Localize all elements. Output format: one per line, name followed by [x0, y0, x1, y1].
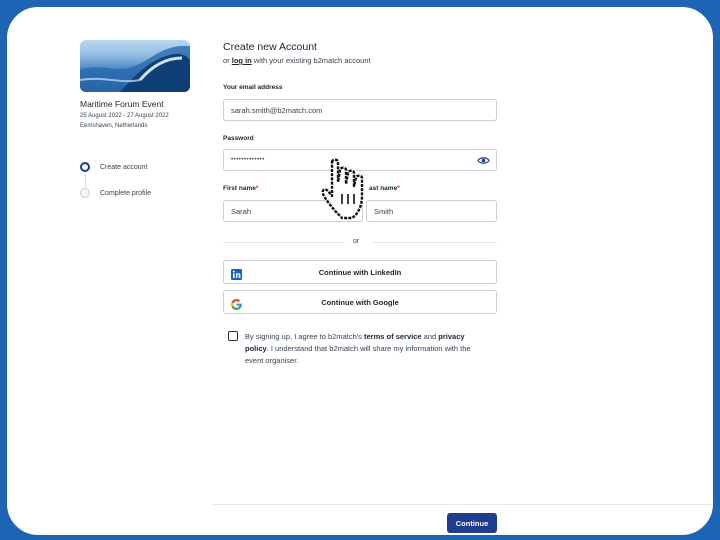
- app-frame: Maritime Forum Event 25 August 2022 - 27…: [4, 4, 716, 538]
- divider-right: [373, 242, 497, 243]
- terms-text: By signing up, I agree to b2match's term…: [245, 332, 471, 365]
- event-name: Maritime Forum Event: [80, 99, 164, 109]
- step-create-account: Create account: [80, 162, 147, 172]
- terms-of-service-link[interactable]: terms of service: [364, 332, 422, 341]
- email-label: Your email address: [223, 84, 283, 91]
- continue-with-linkedin-button[interactable]: Continue with LinkedIn: [223, 260, 497, 284]
- event-location: Eemshaven, Netherlands: [80, 123, 148, 129]
- step-complete-profile: Complete profile: [80, 188, 151, 198]
- continue-button[interactable]: Continue: [447, 513, 497, 533]
- divider-left: [223, 242, 345, 243]
- eye-icon[interactable]: [477, 155, 490, 168]
- step-inactive-indicator: [80, 188, 90, 198]
- step-connector: [85, 175, 86, 187]
- event-banner-image: [80, 40, 190, 92]
- hand-pointer-cursor-icon: [318, 158, 376, 227]
- step-label: Create account: [100, 163, 148, 171]
- email-field[interactable]: sarah.smith@b2match.com: [223, 99, 497, 121]
- first-name-label: First name*: [223, 185, 259, 192]
- or-divider-text: or: [353, 238, 360, 245]
- step-active-indicator: [80, 162, 90, 172]
- step-label: Complete profile: [100, 189, 151, 197]
- login-link[interactable]: log in: [232, 56, 252, 65]
- continue-with-google-button[interactable]: Continue with Google: [223, 290, 497, 314]
- footer-divider: [213, 504, 713, 505]
- last-name-field[interactable]: Smith: [366, 200, 497, 222]
- page-title: Create new Account: [223, 41, 317, 53]
- page-subtitle: or log in with your existing b2match acc…: [223, 56, 371, 65]
- password-label: Password: [223, 135, 254, 142]
- terms-checkbox[interactable]: [228, 331, 238, 341]
- event-dates: 25 August 2022 - 27 August 2022: [80, 113, 169, 119]
